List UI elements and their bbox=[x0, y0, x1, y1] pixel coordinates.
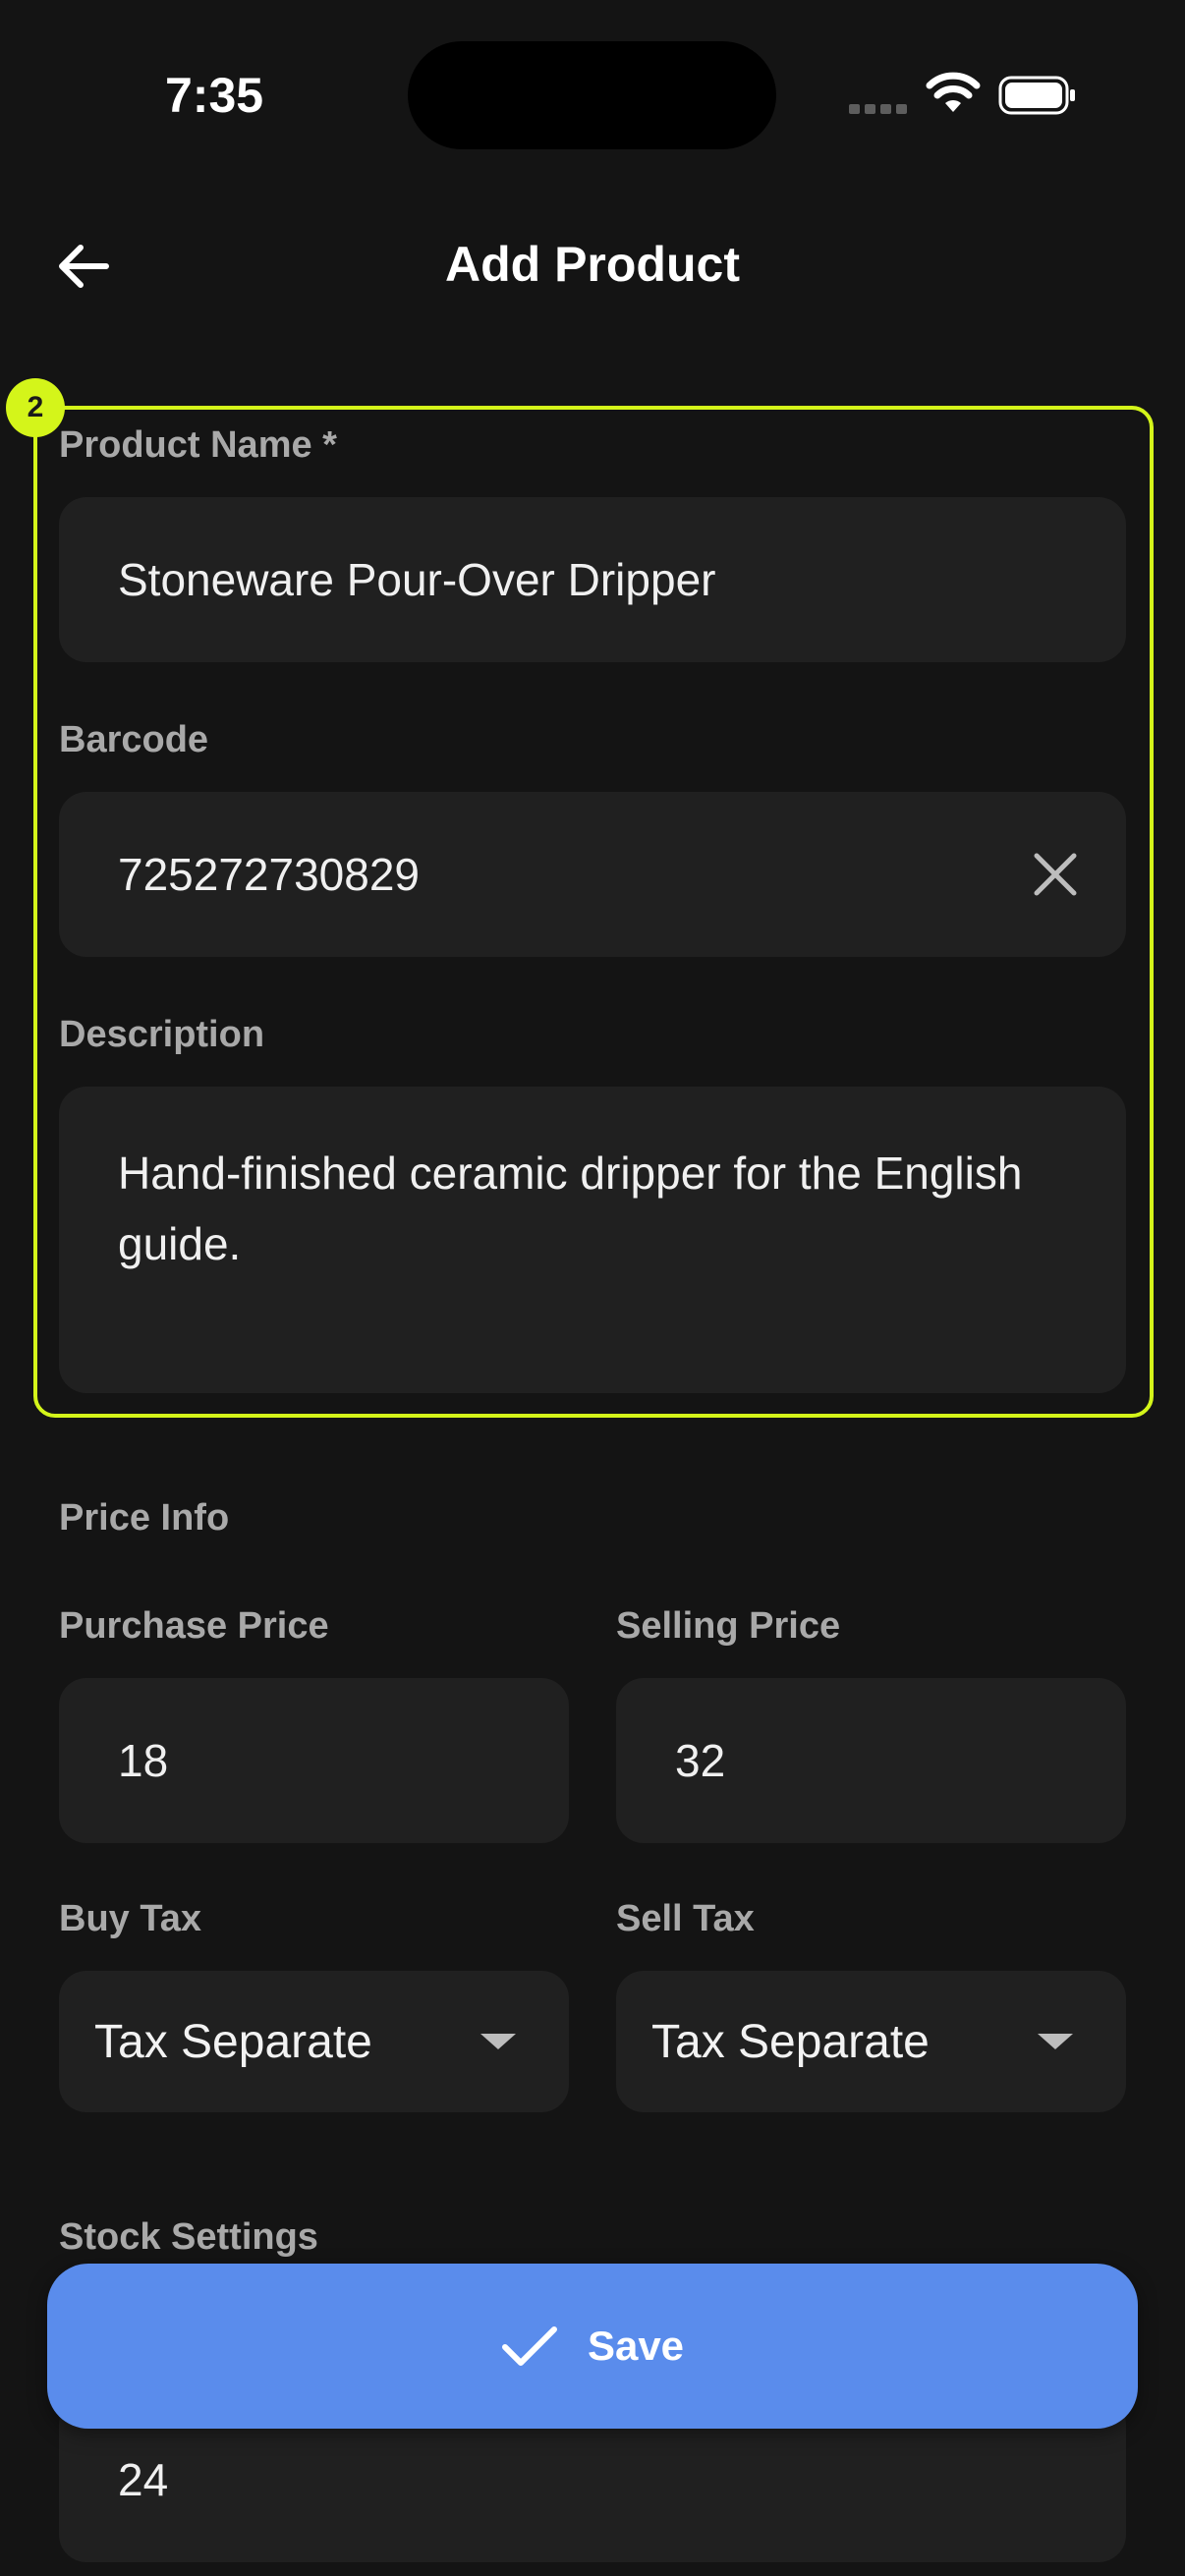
battery-icon bbox=[998, 75, 1077, 116]
cellular-signal-icon bbox=[849, 104, 908, 114]
selling-price-label: Selling Price bbox=[616, 1605, 841, 1647]
purchase-price-value: 18 bbox=[118, 1735, 169, 1786]
selling-price-value: 32 bbox=[675, 1735, 726, 1786]
highlight-badge: 2 bbox=[6, 378, 65, 437]
buy-tax-select[interactable]: Tax Separate bbox=[59, 1971, 569, 2112]
status-time: 7:35 bbox=[165, 68, 264, 123]
purchase-price-label: Purchase Price bbox=[59, 1605, 329, 1647]
description-textarea[interactable]: Hand-finished ceramic dripper for the En… bbox=[59, 1087, 1126, 1393]
close-icon bbox=[1034, 853, 1077, 896]
sell-tax-selected: Tax Separate bbox=[651, 2015, 930, 2068]
checkmark-icon bbox=[501, 2326, 557, 2366]
sell-tax-label: Sell Tax bbox=[616, 1898, 755, 1939]
purchase-price-input[interactable]: 18 bbox=[59, 1678, 569, 1843]
product-name-input[interactable]: Stoneware Pour-Over Dripper bbox=[59, 497, 1126, 662]
product-name-value: Stoneware Pour-Over Dripper bbox=[118, 554, 716, 605]
dynamic-island bbox=[408, 41, 776, 149]
add-product-screen: 7:35 Add Product 2 Product Name * Stonew… bbox=[0, 0, 1185, 2576]
barcode-label: Barcode bbox=[59, 719, 209, 760]
dropdown-caret-icon bbox=[1038, 2034, 1073, 2049]
stock-settings-section-title: Stock Settings bbox=[59, 2216, 318, 2258]
buy-tax-selected: Tax Separate bbox=[94, 2015, 372, 2068]
buy-tax-label: Buy Tax bbox=[59, 1898, 202, 1939]
sell-tax-select[interactable]: Tax Separate bbox=[616, 1971, 1126, 2112]
wifi-icon bbox=[926, 71, 981, 114]
clear-barcode-button[interactable] bbox=[1028, 847, 1083, 902]
save-button[interactable]: Save bbox=[47, 2264, 1138, 2429]
save-button-label: Save bbox=[587, 2323, 685, 2369]
dropdown-caret-icon bbox=[480, 2034, 516, 2049]
barcode-value: 725272730829 bbox=[118, 849, 420, 900]
product-name-label: Product Name * bbox=[59, 424, 337, 466]
description-value: Hand-finished ceramic dripper for the En… bbox=[118, 1148, 1023, 1269]
page-title: Add Product bbox=[445, 237, 740, 292]
selling-price-input[interactable]: 32 bbox=[616, 1678, 1126, 1843]
stock-value: 24 bbox=[118, 2454, 169, 2505]
price-info-section-title: Price Info bbox=[59, 1497, 230, 1539]
barcode-input[interactable]: 725272730829 bbox=[59, 792, 1126, 957]
description-label: Description bbox=[59, 1014, 265, 1055]
